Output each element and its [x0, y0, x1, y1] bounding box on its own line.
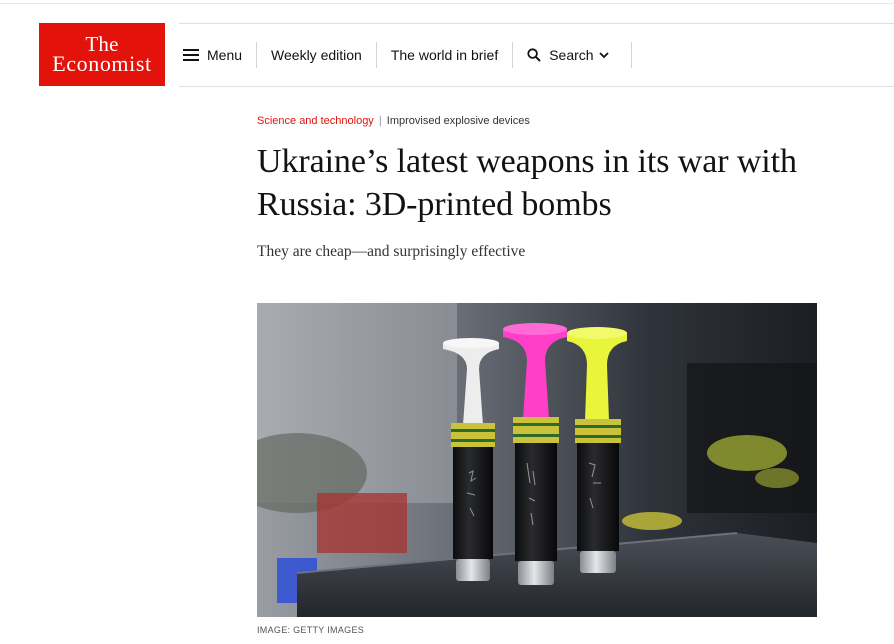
topic-label: Improvised explosive devices	[386, 115, 530, 127]
hamburger-icon	[183, 49, 199, 61]
article-headline: Ukraine’s latest weapons in its war with…	[257, 143, 797, 223]
photo-3d-printed-bombs-icon	[257, 303, 817, 617]
menu-label: Menu	[207, 47, 243, 63]
world-in-brief-link[interactable]: The world in brief	[377, 42, 512, 68]
article-rubric: They are cheap—and surprisingly effectiv…	[257, 243, 526, 260]
search-label: Search	[549, 47, 594, 63]
logo-line-2: Economist	[52, 51, 152, 76]
top-divider	[0, 3, 894, 4]
search-button[interactable]: Search	[513, 42, 630, 68]
main-navigation: Menu Weekly edition The world in brief S…	[179, 24, 632, 86]
kicker-separator: |	[378, 115, 382, 127]
search-icon	[527, 48, 541, 62]
nav-separator	[630, 42, 632, 68]
menu-button[interactable]: Menu	[179, 42, 256, 68]
article-kicker: Science and technology | Improvised expl…	[257, 113, 817, 129]
article-header: Science and technology | Improvised expl…	[257, 113, 817, 263]
economist-logo[interactable]: The Economist	[39, 23, 165, 86]
section-link[interactable]: Science and technology	[257, 115, 374, 127]
chevron-down-icon	[598, 51, 609, 59]
weekly-edition-link[interactable]: Weekly edition	[257, 42, 376, 68]
nav-bottom-rule	[179, 86, 894, 87]
hero-image	[257, 303, 817, 617]
image-credit: Image: Getty Images	[257, 625, 365, 635]
